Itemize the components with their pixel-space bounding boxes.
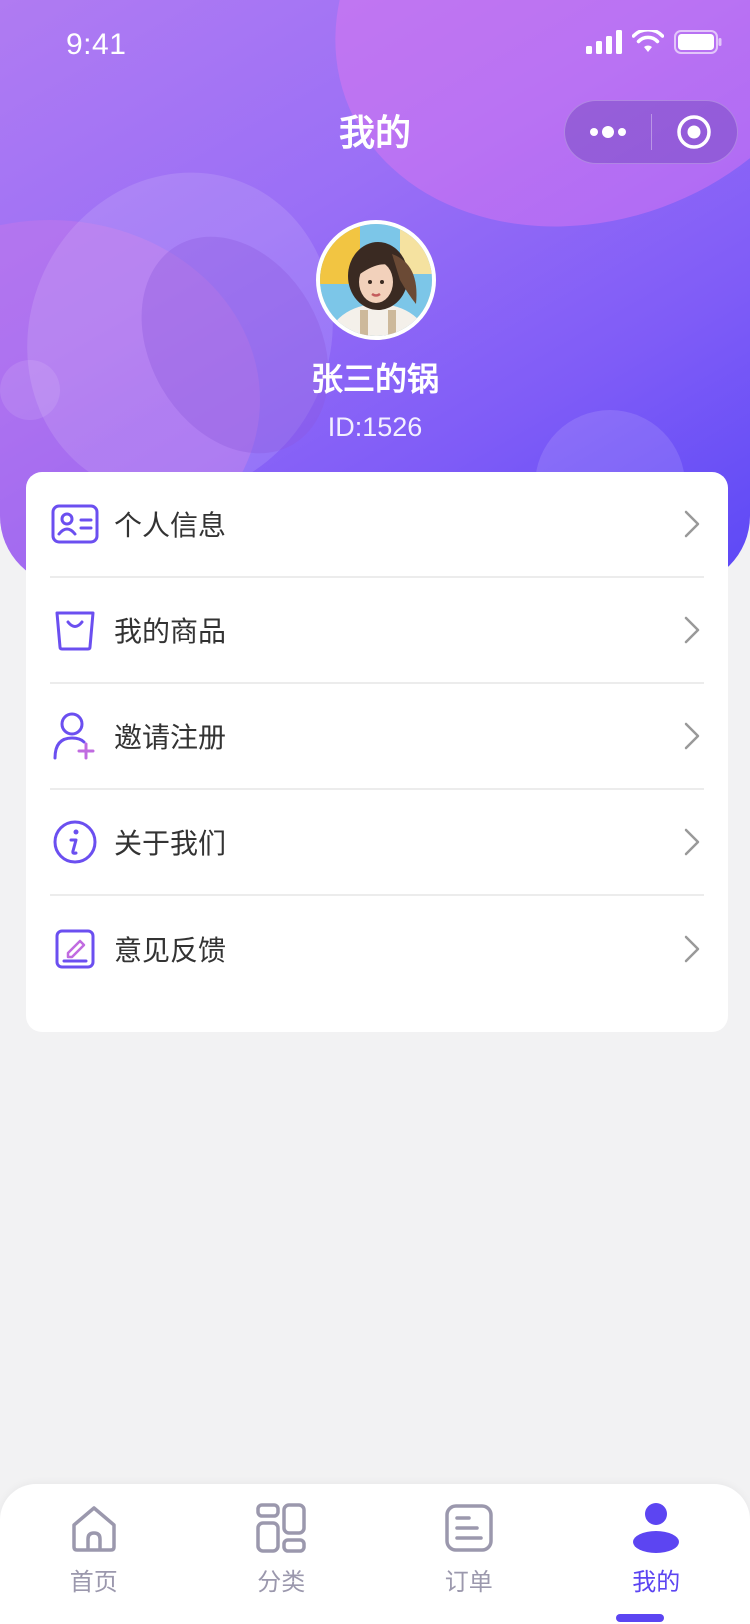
user-icon (628, 1500, 684, 1556)
status-icons (586, 30, 722, 54)
tab-label: 首页 (69, 1568, 118, 1596)
menu-item-label: 我的商品 (114, 615, 227, 648)
menu-item-invite-register[interactable]: 邀请注册 (50, 684, 704, 790)
target-circle-icon (677, 115, 711, 149)
order-list-icon (441, 1500, 497, 1556)
id-card-icon (50, 499, 100, 549)
mini-program-capsule (564, 100, 738, 164)
info-icon (50, 817, 100, 867)
tab-label: 分类 (257, 1568, 306, 1596)
tab-label: 订单 (444, 1568, 493, 1596)
battery-icon (674, 30, 722, 54)
menu-item-label: 意见反馈 (114, 934, 227, 967)
menu-item-label: 关于我们 (114, 827, 227, 860)
menu-item-about-us[interactable]: 关于我们 (50, 790, 704, 896)
chevron-right-icon (684, 510, 700, 538)
bottom-tab-bar: 首页 分类 订单 我的 (0, 1484, 750, 1624)
tab-orders[interactable]: 订单 (375, 1484, 563, 1624)
menu-item-my-products[interactable]: 我的商品 (50, 578, 704, 684)
chevron-right-icon (684, 722, 700, 750)
status-time: 9:41 (66, 28, 127, 61)
more-dots-icon (589, 126, 626, 138)
signal-icon (586, 30, 622, 54)
home-icon (66, 1500, 122, 1556)
avatar[interactable] (316, 220, 436, 340)
chevron-right-icon (684, 616, 700, 644)
active-tab-indicator (616, 1614, 664, 1622)
tab-mine[interactable]: 我的 (563, 1484, 750, 1624)
more-button[interactable] (565, 100, 651, 164)
menu-item-personal-info[interactable]: 个人信息 (50, 472, 704, 578)
status-bar: 9:41 (0, 0, 750, 90)
add-user-icon (50, 711, 100, 761)
menu-card: 个人信息 我的商品 邀请注册 关于我们 意见反馈 (26, 472, 728, 1032)
tab-label: 我的 (632, 1568, 681, 1596)
close-button[interactable] (652, 100, 738, 164)
menu-item-label: 个人信息 (114, 509, 227, 542)
feedback-edit-icon (50, 924, 100, 974)
tab-home[interactable]: 首页 (0, 1484, 188, 1624)
tab-category[interactable]: 分类 (188, 1484, 376, 1624)
menu-item-label: 邀请注册 (114, 721, 227, 754)
chevron-right-icon (684, 828, 700, 856)
category-grid-icon (253, 1500, 309, 1556)
menu-item-feedback[interactable]: 意见反馈 (50, 896, 704, 1002)
user-id: ID:1526 (327, 412, 423, 442)
avatar-photo (320, 224, 432, 336)
user-name: 张三的锅 (310, 360, 439, 398)
chevron-right-icon (684, 935, 700, 963)
wifi-icon (632, 30, 664, 52)
shopping-bag-icon (50, 605, 100, 655)
